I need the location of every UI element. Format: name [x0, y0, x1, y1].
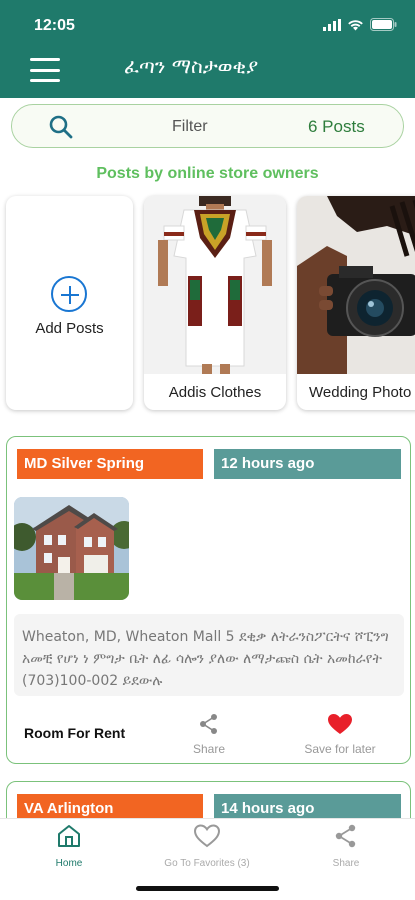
status-time: 12:05: [34, 17, 75, 34]
store-card-wedding-photo[interactable]: Wedding Photo: [297, 196, 415, 410]
menu-icon-bar: [30, 58, 60, 61]
home-indicator: [136, 886, 279, 891]
store-image: [297, 196, 415, 374]
save-label: Save for later: [304, 742, 376, 756]
share-icon: [200, 714, 217, 734]
share-label: Share: [192, 742, 226, 756]
app-title: ፈጣን ማስታወቂያ: [124, 54, 259, 78]
filter-bar[interactable]: Filter 6 Posts: [11, 104, 404, 148]
posts-count: 6 Posts: [308, 117, 365, 136]
share-icon: [335, 824, 356, 848]
menu-icon-bar: [30, 79, 60, 82]
store-card-addis-clothes[interactable]: Addis Clothes: [144, 196, 286, 410]
app-header: 12:05 ፈጣን ማስታወቂያ: [0, 0, 415, 98]
battery-icon: [370, 18, 397, 31]
tab-label: Go To Favorites (3): [164, 858, 250, 869]
tab-label: Share: [332, 858, 360, 869]
home-icon: [58, 825, 80, 847]
post-image[interactable]: [14, 497, 129, 600]
signal-icon: [323, 18, 341, 31]
heart-icon: [328, 714, 352, 734]
post-category: Room For Rent: [24, 725, 126, 741]
save-for-later-button[interactable]: Save for later: [295, 713, 385, 756]
share-button[interactable]: Share: [164, 713, 254, 756]
search-icon[interactable]: [48, 114, 74, 140]
post-description: Wheaton, MD, Wheaton Mall 5 ደቂቃ ለትራንስፖርት…: [14, 614, 404, 696]
location-badge: MD Silver Spring: [17, 449, 203, 479]
post-card[interactable]: MD Silver Spring 12 hours ago Wheaton, M…: [6, 436, 411, 764]
time-badge: 12 hours ago: [214, 449, 401, 479]
tab-home[interactable]: Home: [0, 823, 138, 869]
status-icons: [323, 18, 397, 31]
store-image: [144, 196, 286, 374]
menu-button[interactable]: [30, 58, 60, 82]
section-caption: Posts by online store owners: [96, 165, 319, 182]
stores-carousel[interactable]: Add Posts Addis Clothes Wedding Photo: [0, 193, 415, 413]
store-name: Wedding Photo: [309, 384, 412, 401]
add-posts-card[interactable]: Add Posts: [6, 196, 133, 410]
wifi-icon: [348, 19, 363, 30]
tab-label: Home: [55, 858, 83, 869]
menu-icon-bar: [30, 68, 60, 72]
filter-label[interactable]: Filter: [172, 118, 208, 136]
heart-outline-icon: [193, 824, 221, 848]
store-name: Addis Clothes: [168, 384, 262, 401]
add-posts-label: Add Posts: [35, 320, 104, 337]
add-circle-icon[interactable]: [51, 276, 87, 312]
tab-share[interactable]: Share: [277, 823, 415, 869]
tab-favorites[interactable]: Go To Favorites (3): [138, 823, 276, 869]
app-screen: 12:05 ፈጣን ማስታወቂያ Filter 6 Posts Posts by…: [0, 0, 415, 900]
